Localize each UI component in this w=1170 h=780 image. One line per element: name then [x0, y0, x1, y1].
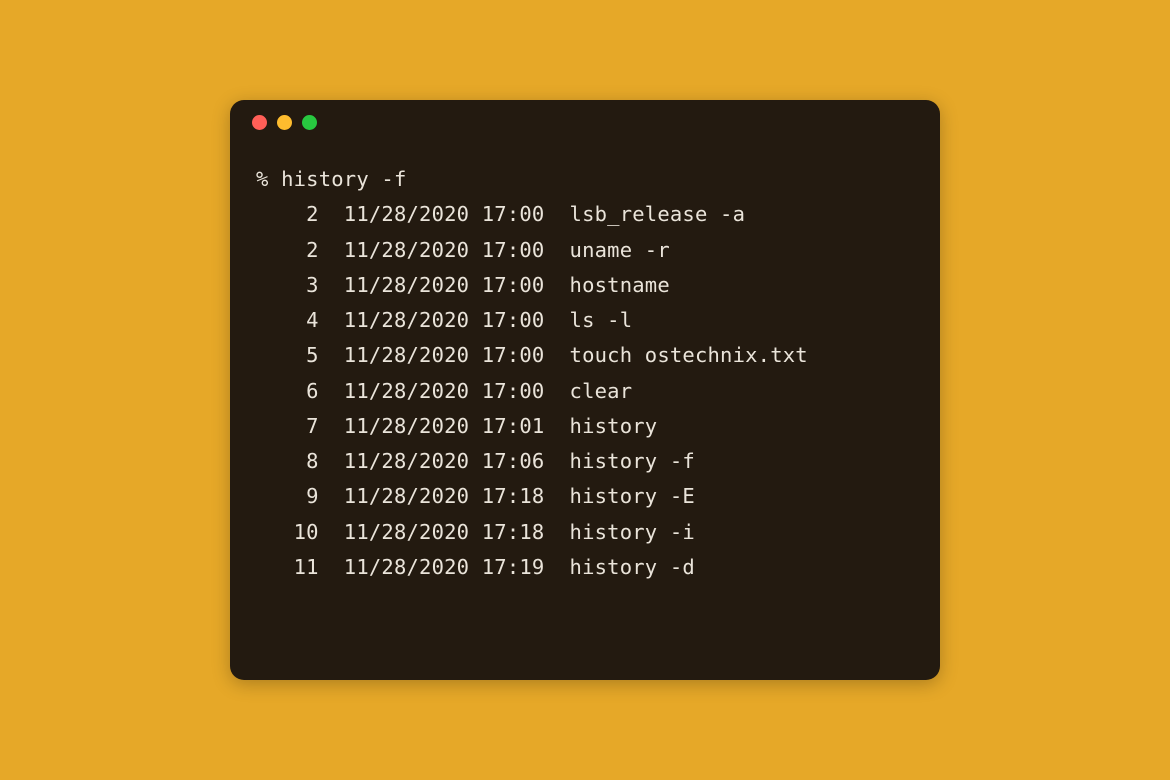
minimize-icon[interactable]	[277, 115, 292, 130]
prompt-line: % history -f	[256, 162, 914, 197]
titlebar	[230, 100, 940, 144]
history-line: 3 11/28/2020 17:00 hostname	[256, 268, 914, 303]
history-line: 2 11/28/2020 17:00 uname -r	[256, 233, 914, 268]
maximize-icon[interactable]	[302, 115, 317, 130]
history-line: 4 11/28/2020 17:00 ls -l	[256, 303, 914, 338]
history-line: 10 11/28/2020 17:18 history -i	[256, 515, 914, 550]
prompt-symbol: %	[256, 167, 269, 191]
history-line: 7 11/28/2020 17:01 history	[256, 409, 914, 444]
history-line: 8 11/28/2020 17:06 history -f	[256, 444, 914, 479]
history-line: 11 11/28/2020 17:19 history -d	[256, 550, 914, 585]
history-line: 6 11/28/2020 17:00 clear	[256, 374, 914, 409]
history-line: 2 11/28/2020 17:00 lsb_release -a	[256, 197, 914, 232]
terminal-output[interactable]: % history -f 2 11/28/2020 17:00 lsb_rele…	[230, 144, 940, 680]
terminal-window: % history -f 2 11/28/2020 17:00 lsb_rele…	[230, 100, 940, 680]
history-line: 5 11/28/2020 17:00 touch ostechnix.txt	[256, 338, 914, 373]
history-line: 9 11/28/2020 17:18 history -E	[256, 479, 914, 514]
close-icon[interactable]	[252, 115, 267, 130]
prompt-command: history -f	[281, 167, 406, 191]
